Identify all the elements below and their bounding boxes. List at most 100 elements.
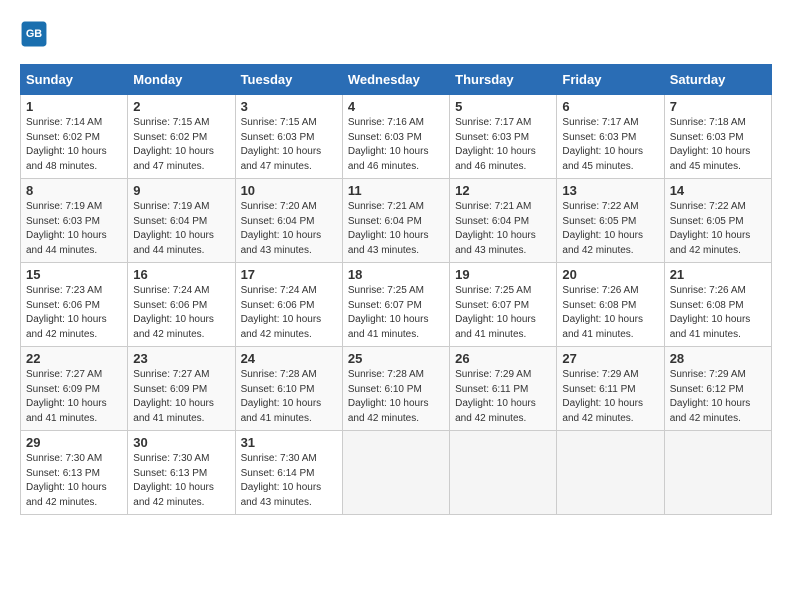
calendar-cell: 14 Sunrise: 7:22 AMSunset: 6:05 PMDaylig… [664, 179, 771, 263]
svg-text:GB: GB [26, 28, 42, 40]
calendar-week-row: 29 Sunrise: 7:30 AMSunset: 6:13 PMDaylig… [21, 431, 772, 515]
day-number: 23 [133, 351, 229, 366]
calendar-cell [342, 431, 449, 515]
col-header-friday: Friday [557, 65, 664, 95]
calendar-cell: 26 Sunrise: 7:29 AMSunset: 6:11 PMDaylig… [450, 347, 557, 431]
calendar-cell: 20 Sunrise: 7:26 AMSunset: 6:08 PMDaylig… [557, 263, 664, 347]
logo-icon: GB [20, 20, 48, 48]
day-info: Sunrise: 7:27 AMSunset: 6:09 PMDaylight:… [133, 368, 229, 426]
day-info: Sunrise: 7:23 AMSunset: 6:06 PMDaylight:… [26, 284, 122, 342]
calendar-header-row: SundayMondayTuesdayWednesdayThursdayFrid… [21, 65, 772, 95]
col-header-wednesday: Wednesday [342, 65, 449, 95]
calendar-cell: 27 Sunrise: 7:29 AMSunset: 6:11 PMDaylig… [557, 347, 664, 431]
day-number: 4 [348, 99, 444, 114]
day-number: 2 [133, 99, 229, 114]
day-number: 11 [348, 183, 444, 198]
day-info: Sunrise: 7:20 AMSunset: 6:04 PMDaylight:… [241, 200, 337, 258]
day-number: 24 [241, 351, 337, 366]
calendar-cell: 17 Sunrise: 7:24 AMSunset: 6:06 PMDaylig… [235, 263, 342, 347]
col-header-saturday: Saturday [664, 65, 771, 95]
day-number: 16 [133, 267, 229, 282]
day-info: Sunrise: 7:28 AMSunset: 6:10 PMDaylight:… [241, 368, 337, 426]
calendar-cell: 12 Sunrise: 7:21 AMSunset: 6:04 PMDaylig… [450, 179, 557, 263]
day-info: Sunrise: 7:26 AMSunset: 6:08 PMDaylight:… [562, 284, 658, 342]
calendar-week-row: 8 Sunrise: 7:19 AMSunset: 6:03 PMDayligh… [21, 179, 772, 263]
calendar-cell: 23 Sunrise: 7:27 AMSunset: 6:09 PMDaylig… [128, 347, 235, 431]
day-number: 8 [26, 183, 122, 198]
day-info: Sunrise: 7:14 AMSunset: 6:02 PMDaylight:… [26, 116, 122, 174]
day-info: Sunrise: 7:26 AMSunset: 6:08 PMDaylight:… [670, 284, 766, 342]
calendar-cell: 25 Sunrise: 7:28 AMSunset: 6:10 PMDaylig… [342, 347, 449, 431]
day-number: 26 [455, 351, 551, 366]
day-number: 31 [241, 435, 337, 450]
calendar-cell: 2 Sunrise: 7:15 AMSunset: 6:02 PMDayligh… [128, 95, 235, 179]
day-number: 13 [562, 183, 658, 198]
day-info: Sunrise: 7:16 AMSunset: 6:03 PMDaylight:… [348, 116, 444, 174]
day-info: Sunrise: 7:17 AMSunset: 6:03 PMDaylight:… [562, 116, 658, 174]
day-info: Sunrise: 7:28 AMSunset: 6:10 PMDaylight:… [348, 368, 444, 426]
day-info: Sunrise: 7:29 AMSunset: 6:11 PMDaylight:… [455, 368, 551, 426]
day-info: Sunrise: 7:27 AMSunset: 6:09 PMDaylight:… [26, 368, 122, 426]
calendar-cell: 6 Sunrise: 7:17 AMSunset: 6:03 PMDayligh… [557, 95, 664, 179]
day-info: Sunrise: 7:29 AMSunset: 6:12 PMDaylight:… [670, 368, 766, 426]
calendar-cell: 3 Sunrise: 7:15 AMSunset: 6:03 PMDayligh… [235, 95, 342, 179]
calendar-cell: 4 Sunrise: 7:16 AMSunset: 6:03 PMDayligh… [342, 95, 449, 179]
calendar-cell: 9 Sunrise: 7:19 AMSunset: 6:04 PMDayligh… [128, 179, 235, 263]
day-number: 29 [26, 435, 122, 450]
day-number: 18 [348, 267, 444, 282]
calendar-cell: 5 Sunrise: 7:17 AMSunset: 6:03 PMDayligh… [450, 95, 557, 179]
day-number: 12 [455, 183, 551, 198]
calendar-cell: 24 Sunrise: 7:28 AMSunset: 6:10 PMDaylig… [235, 347, 342, 431]
day-number: 5 [455, 99, 551, 114]
calendar-cell: 10 Sunrise: 7:20 AMSunset: 6:04 PMDaylig… [235, 179, 342, 263]
day-info: Sunrise: 7:30 AMSunset: 6:14 PMDaylight:… [241, 452, 337, 510]
calendar-cell: 29 Sunrise: 7:30 AMSunset: 6:13 PMDaylig… [21, 431, 128, 515]
day-number: 1 [26, 99, 122, 114]
day-info: Sunrise: 7:29 AMSunset: 6:11 PMDaylight:… [562, 368, 658, 426]
calendar-cell: 8 Sunrise: 7:19 AMSunset: 6:03 PMDayligh… [21, 179, 128, 263]
calendar-cell: 22 Sunrise: 7:27 AMSunset: 6:09 PMDaylig… [21, 347, 128, 431]
calendar-week-row: 1 Sunrise: 7:14 AMSunset: 6:02 PMDayligh… [21, 95, 772, 179]
day-info: Sunrise: 7:21 AMSunset: 6:04 PMDaylight:… [455, 200, 551, 258]
calendar-cell: 13 Sunrise: 7:22 AMSunset: 6:05 PMDaylig… [557, 179, 664, 263]
col-header-tuesday: Tuesday [235, 65, 342, 95]
col-header-sunday: Sunday [21, 65, 128, 95]
day-info: Sunrise: 7:19 AMSunset: 6:04 PMDaylight:… [133, 200, 229, 258]
calendar-table: SundayMondayTuesdayWednesdayThursdayFrid… [20, 64, 772, 515]
calendar-cell: 18 Sunrise: 7:25 AMSunset: 6:07 PMDaylig… [342, 263, 449, 347]
day-number: 9 [133, 183, 229, 198]
day-number: 15 [26, 267, 122, 282]
calendar-cell: 11 Sunrise: 7:21 AMSunset: 6:04 PMDaylig… [342, 179, 449, 263]
logo: GB [20, 20, 52, 48]
day-number: 7 [670, 99, 766, 114]
day-info: Sunrise: 7:30 AMSunset: 6:13 PMDaylight:… [133, 452, 229, 510]
day-number: 21 [670, 267, 766, 282]
day-info: Sunrise: 7:25 AMSunset: 6:07 PMDaylight:… [455, 284, 551, 342]
day-number: 17 [241, 267, 337, 282]
day-number: 28 [670, 351, 766, 366]
day-number: 30 [133, 435, 229, 450]
calendar-week-row: 22 Sunrise: 7:27 AMSunset: 6:09 PMDaylig… [21, 347, 772, 431]
calendar-cell [557, 431, 664, 515]
page-header: GB [20, 20, 772, 48]
day-info: Sunrise: 7:25 AMSunset: 6:07 PMDaylight:… [348, 284, 444, 342]
day-number: 27 [562, 351, 658, 366]
day-number: 14 [670, 183, 766, 198]
calendar-cell: 1 Sunrise: 7:14 AMSunset: 6:02 PMDayligh… [21, 95, 128, 179]
day-number: 20 [562, 267, 658, 282]
day-info: Sunrise: 7:22 AMSunset: 6:05 PMDaylight:… [670, 200, 766, 258]
day-number: 19 [455, 267, 551, 282]
day-number: 10 [241, 183, 337, 198]
day-info: Sunrise: 7:19 AMSunset: 6:03 PMDaylight:… [26, 200, 122, 258]
day-number: 25 [348, 351, 444, 366]
calendar-cell: 19 Sunrise: 7:25 AMSunset: 6:07 PMDaylig… [450, 263, 557, 347]
calendar-cell [450, 431, 557, 515]
calendar-cell: 21 Sunrise: 7:26 AMSunset: 6:08 PMDaylig… [664, 263, 771, 347]
calendar-week-row: 15 Sunrise: 7:23 AMSunset: 6:06 PMDaylig… [21, 263, 772, 347]
col-header-monday: Monday [128, 65, 235, 95]
calendar-cell: 7 Sunrise: 7:18 AMSunset: 6:03 PMDayligh… [664, 95, 771, 179]
day-info: Sunrise: 7:30 AMSunset: 6:13 PMDaylight:… [26, 452, 122, 510]
calendar-cell: 16 Sunrise: 7:24 AMSunset: 6:06 PMDaylig… [128, 263, 235, 347]
calendar-cell: 28 Sunrise: 7:29 AMSunset: 6:12 PMDaylig… [664, 347, 771, 431]
day-info: Sunrise: 7:21 AMSunset: 6:04 PMDaylight:… [348, 200, 444, 258]
